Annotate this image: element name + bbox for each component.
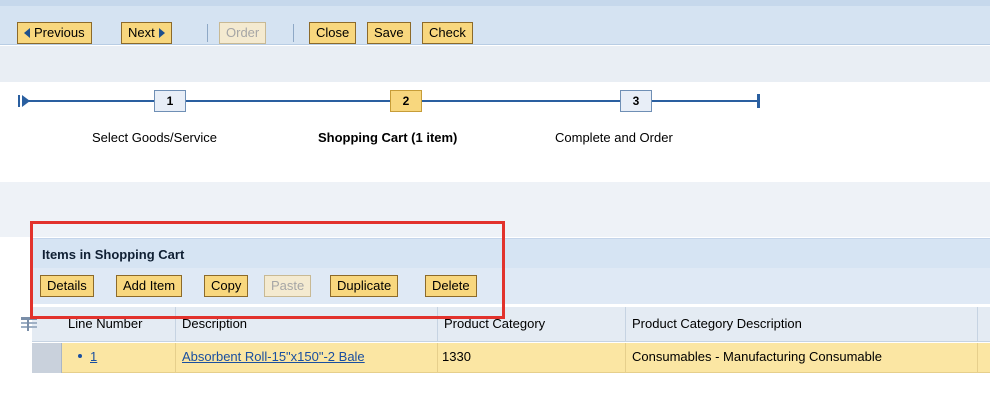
column-header-description[interactable]: Description	[176, 307, 438, 342]
table-row[interactable]: 1 Absorbent Roll-15"x150"-2 Bale 1330 Co…	[32, 343, 990, 373]
roadmap-connector	[422, 100, 620, 102]
table-settings-icon[interactable]	[20, 316, 38, 332]
delete-button[interactable]: Delete	[425, 275, 477, 297]
column-header-product-category-description[interactable]: Product Category Description	[626, 307, 978, 342]
items-table-header: Line Number Description Product Category…	[21, 307, 990, 342]
next-label: Next	[128, 25, 155, 40]
roadmap-step-3[interactable]: 3	[620, 90, 652, 112]
row-selector[interactable]	[32, 343, 62, 373]
roadmap-step-2-label[interactable]: Shopping Cart (1 item)	[318, 130, 457, 145]
line-number-link[interactable]: 1	[90, 349, 97, 364]
arrow-right-icon	[158, 28, 165, 38]
title-strip	[0, 0, 990, 6]
toolbar-separator	[293, 24, 294, 42]
column-header-product-category[interactable]: Product Category	[438, 307, 626, 342]
roadmap-step-1-label[interactable]: Select Goods/Service	[92, 130, 217, 145]
spacer-band	[0, 182, 990, 237]
roadmap-start-icon	[18, 95, 34, 107]
roadmap-step-3-label[interactable]: Complete and Order	[555, 130, 673, 145]
close-button[interactable]: Close	[309, 22, 357, 44]
description-link[interactable]: Absorbent Roll-15"x150"-2 Bale	[182, 349, 365, 364]
duplicate-button[interactable]: Duplicate	[330, 275, 399, 297]
save-button[interactable]: Save	[367, 22, 411, 44]
check-button[interactable]: Check	[422, 22, 473, 44]
grey-band	[0, 46, 990, 82]
roadmap-connector	[34, 100, 154, 102]
items-panel-header: Items in Shopping Cart	[32, 238, 990, 268]
cell-product-category: 1330	[438, 343, 626, 373]
order-button[interactable]: Order	[219, 22, 267, 44]
bullet-icon	[78, 354, 82, 358]
cell-product-category-description: Consumables - Manufacturing Consumable	[626, 343, 978, 373]
top-toolbar: Previous Next Order Close Save Check	[0, 0, 990, 45]
items-toolbar: Details Add Item Copy Paste Duplicate De…	[32, 268, 990, 304]
toolbar-separator	[207, 24, 208, 42]
arrow-left-icon	[24, 28, 30, 38]
previous-button[interactable]: Previous	[17, 22, 92, 44]
details-button[interactable]: Details	[40, 275, 94, 297]
roadmap-step-2[interactable]: 2	[390, 90, 422, 112]
previous-label: Previous	[34, 25, 85, 40]
column-header-line-number[interactable]: Line Number	[62, 307, 176, 342]
cell-description: Absorbent Roll-15"x150"-2 Bale	[176, 343, 438, 373]
paste-button[interactable]: Paste	[264, 275, 312, 297]
roadmap: 1 2 3 Select Goods/Service Shopping Cart…	[0, 82, 990, 182]
roadmap-step-1[interactable]: 1	[154, 90, 186, 112]
table-footer-space	[32, 373, 990, 394]
add-item-button[interactable]: Add Item	[116, 275, 183, 297]
cell-line-number: 1	[62, 343, 176, 373]
roadmap-connector	[186, 100, 390, 102]
items-panel-title: Items in Shopping Cart	[42, 247, 185, 262]
roadmap-end-icon	[749, 94, 760, 108]
copy-button[interactable]: Copy	[204, 275, 249, 297]
next-button[interactable]: Next	[121, 22, 172, 44]
roadmap-connector	[652, 100, 752, 102]
